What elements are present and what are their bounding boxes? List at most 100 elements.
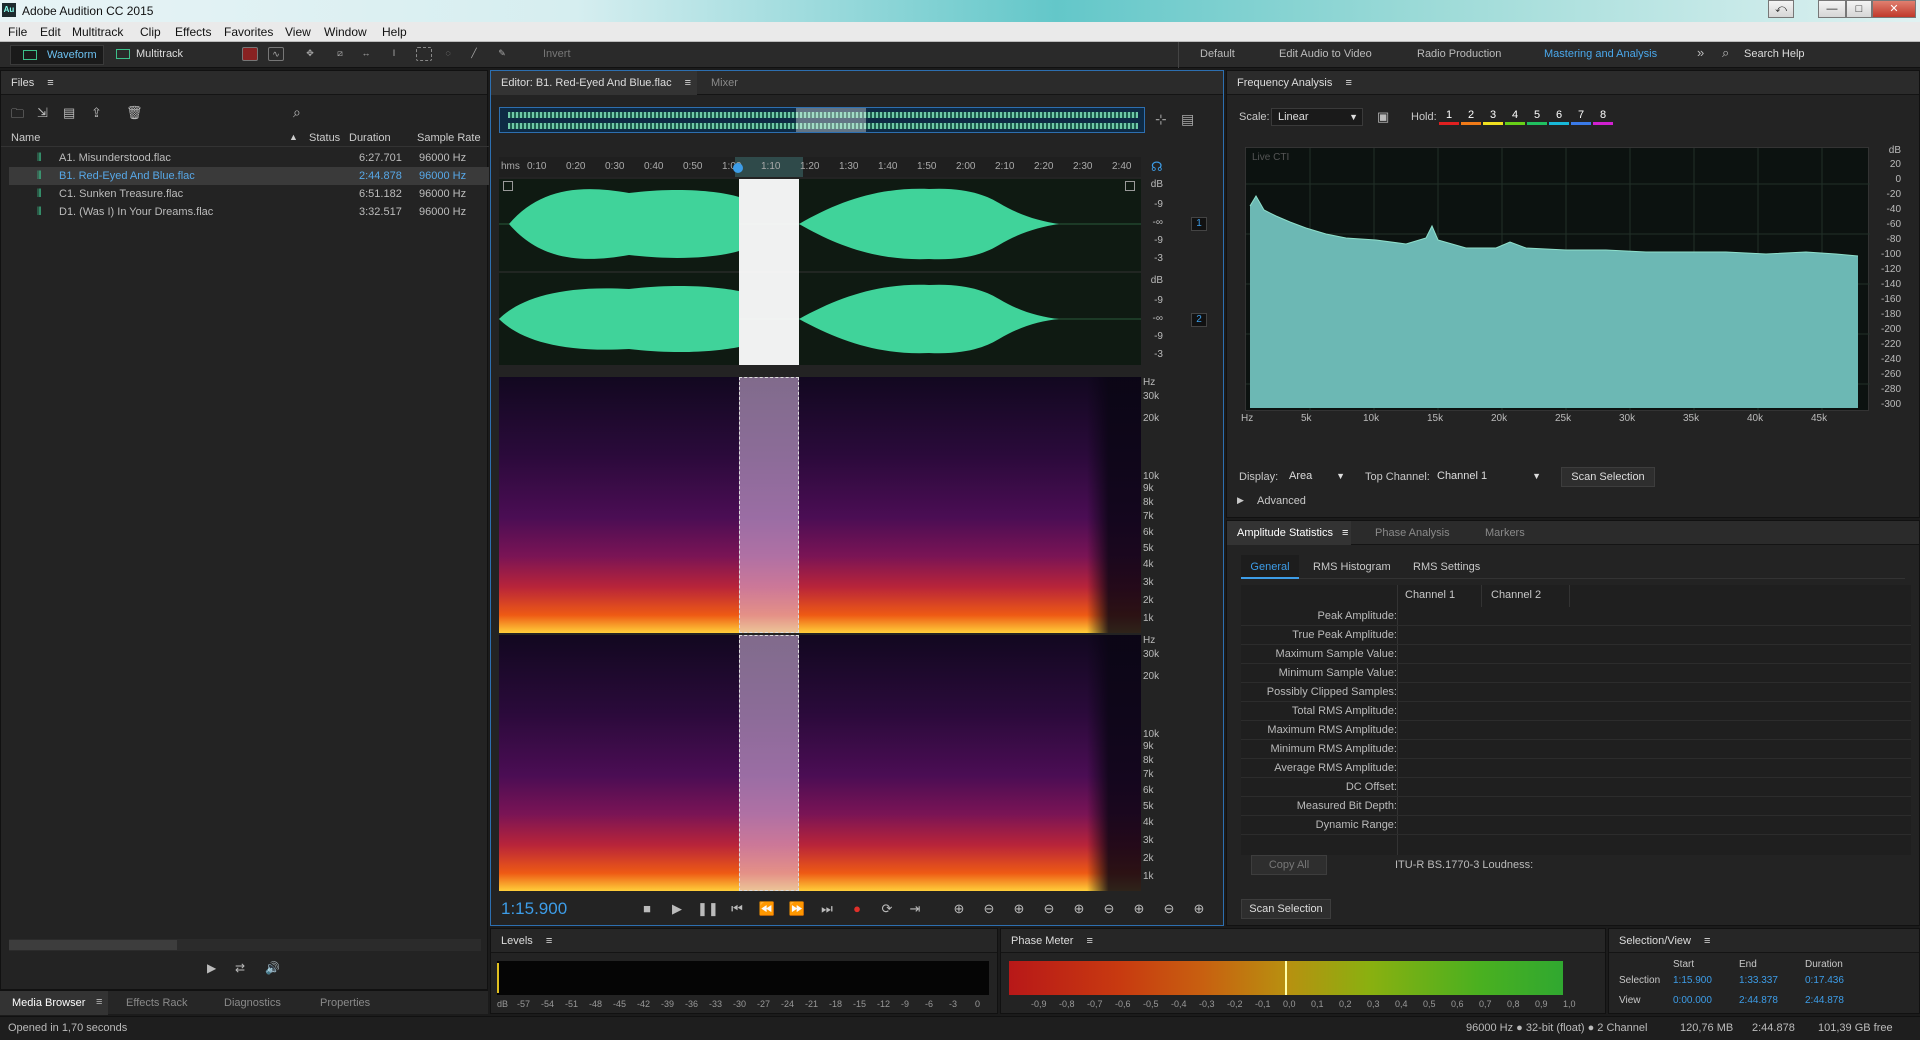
file-row[interactable]: ⫴ C1. Sunken Treasure.flac 6:51.182 9600… [9, 185, 489, 203]
spot-healing-tool-icon[interactable]: ✎ [494, 47, 510, 61]
panel-menu-icon[interactable]: ≡ [546, 935, 552, 947]
search-help-field[interactable]: Search Help [1744, 48, 1805, 60]
overview-selection[interactable] [796, 108, 866, 132]
minimize-button[interactable]: — [1818, 0, 1846, 18]
skip-icon[interactable]: ⇥ [905, 899, 925, 919]
panel-menu-icon[interactable]: ≡ [1342, 527, 1348, 539]
menu-view[interactable]: View [285, 25, 311, 39]
tab-diagnostics[interactable]: Diagnostics [224, 997, 281, 1009]
brush-tool-icon[interactable]: ╱ [466, 47, 482, 61]
previous-icon[interactable]: ⏮ [727, 899, 747, 919]
column-duration[interactable]: Duration [349, 132, 391, 144]
tab-properties[interactable]: Properties [320, 997, 370, 1009]
search-files-icon[interactable]: ⌕ [293, 104, 301, 121]
subtab-rms-settings[interactable]: RMS Settings [1413, 561, 1480, 573]
spectrogram-selection[interactable] [739, 635, 799, 891]
zoom-out-point-icon[interactable]: ⊖ [1159, 899, 1179, 919]
zoom-out-full-icon[interactable]: ⊖ [1099, 899, 1119, 919]
workspace-default[interactable]: Default [1200, 48, 1235, 60]
lasso-tool-icon[interactable]: ◌ [440, 47, 456, 61]
hold-button[interactable]: 6 [1549, 107, 1569, 125]
playhead-handle[interactable] [733, 163, 743, 173]
extra-window-button[interactable]: ⤺ [1768, 0, 1794, 18]
files-scrollbar[interactable] [9, 939, 481, 951]
workspace-edit-audio-to-video[interactable]: Edit Audio to Video [1279, 48, 1372, 60]
hold-button[interactable]: 2 [1461, 107, 1481, 125]
pause-icon[interactable]: ❚❚ [697, 899, 719, 919]
view-end-field[interactable]: 2:44.878 [1739, 995, 1778, 1006]
spectral-freq-icon[interactable] [242, 47, 258, 61]
marquee-tool-icon[interactable] [416, 47, 432, 61]
chevron-right-icon[interactable]: ▶ [1237, 495, 1244, 506]
freq-toggle-icon[interactable]: ▣ [1377, 109, 1389, 125]
panel-menu-icon[interactable]: ≡ [1345, 77, 1351, 89]
menu-multitrack[interactable]: Multitrack [72, 25, 123, 39]
channel-1-toggle[interactable]: 1 [1191, 217, 1207, 231]
spectral-pitch-icon[interactable]: ∿ [268, 47, 284, 61]
overview-navigator[interactable] [499, 107, 1145, 133]
invert-button[interactable]: Invert [543, 48, 571, 60]
view-start-field[interactable]: 0:00.000 [1673, 995, 1712, 1006]
preview-play-icon[interactable]: ▶ [207, 961, 216, 975]
zoom-out-time-icon[interactable]: ⊖ [1039, 899, 1059, 919]
zoom-selection-icon[interactable]: ⊕ [1189, 899, 1209, 919]
menu-help[interactable]: Help [382, 25, 407, 39]
loop-icon[interactable]: ⟳ [877, 899, 897, 919]
panel-menu-icon[interactable]: ≡ [47, 77, 53, 89]
menu-favorites[interactable]: Favorites [224, 25, 273, 39]
fade-in-handle-icon[interactable] [503, 181, 513, 191]
time-ruler[interactable]: hms 0:10 0:20 0:30 0:40 0:50 1:00 1:10 1… [499, 157, 1141, 177]
advanced-toggle[interactable]: Advanced [1257, 495, 1306, 507]
scan-selection-button[interactable]: Scan Selection [1561, 467, 1655, 487]
waveform-selection[interactable] [739, 179, 799, 365]
menu-effects[interactable]: Effects [175, 25, 211, 39]
multitrack-mode-button[interactable]: Multitrack [112, 45, 202, 65]
delete-icon[interactable]: 🗑 [126, 105, 143, 121]
close-button[interactable]: ✕ [1872, 0, 1916, 18]
menu-clip[interactable]: Clip [140, 25, 161, 39]
razor-tool-icon[interactable]: ⧄ [332, 47, 348, 61]
import-file-icon[interactable]: ⇲ [37, 105, 48, 121]
column-name[interactable]: Name [11, 132, 40, 144]
hold-button[interactable]: 3 [1483, 107, 1503, 125]
move-tool-icon[interactable]: ✥ [302, 47, 318, 61]
scale-dropdown[interactable]: Linear ▼ [1271, 108, 1363, 126]
panel-menu-icon[interactable]: ≡ [1086, 935, 1092, 947]
file-row[interactable]: ⫴ A1. Misunderstood.flac 6:27.701 96000 … [9, 149, 489, 167]
selection-duration-field[interactable]: 0:17.436 [1805, 975, 1844, 986]
panel-menu-icon[interactable]: ≡ [96, 996, 102, 1008]
tab-media-browser[interactable]: Media Browser [0, 991, 108, 1015]
view-duration-field[interactable]: 2:44.878 [1805, 995, 1844, 1006]
slip-tool-icon[interactable]: ↔ [358, 47, 374, 61]
headphones-icon[interactable]: ☊ [1151, 159, 1163, 175]
rewind-icon[interactable]: ⏪ [757, 899, 777, 919]
column-status[interactable]: Status [309, 132, 340, 144]
zoom-in-full-icon[interactable]: ⊕ [1069, 899, 1089, 919]
insert-icon[interactable]: ⇪ [91, 105, 102, 121]
tab-editor[interactable]: Editor: B1. Red-Eyed And Blue.flac ≡ [491, 71, 697, 95]
channel-view-icon[interactable]: ▤ [1181, 111, 1194, 128]
current-time-display[interactable]: 1:15.900 [501, 899, 567, 919]
tab-mixer[interactable]: Mixer [711, 71, 738, 95]
selection-end-field[interactable]: 1:33.337 [1739, 975, 1778, 986]
subtab-general[interactable]: General [1241, 555, 1299, 579]
next-icon[interactable]: ⏭ [817, 899, 837, 919]
tab-amplitude-statistics[interactable]: Amplitude Statistics ≡ [1227, 521, 1351, 545]
menu-edit[interactable]: Edit [40, 25, 61, 39]
hold-button[interactable]: 1 [1439, 107, 1459, 125]
zoom-in-amplitude-icon[interactable]: ⊕ [949, 899, 969, 919]
spectrogram-channel-2[interactable] [499, 635, 1141, 891]
sort-ascending-icon[interactable]: ▲ [289, 132, 298, 142]
hold-button[interactable]: 7 [1571, 107, 1591, 125]
frequency-graph[interactable]: Live CTI [1245, 147, 1870, 412]
waveform-display[interactable] [499, 179, 1141, 365]
open-folder-icon[interactable]: 🗀 [11, 105, 24, 127]
tab-markers[interactable]: Markers [1485, 521, 1525, 545]
scan-selection-button[interactable]: Scan Selection [1241, 899, 1331, 919]
zoom-out-amplitude-icon[interactable]: ⊖ [979, 899, 999, 919]
display-dropdown[interactable]: Area ▼ [1283, 468, 1349, 486]
record-icon[interactable]: ● [847, 899, 867, 919]
fast-forward-icon[interactable]: ⏩ [787, 899, 807, 919]
selection-start-field[interactable]: 1:15.900 [1673, 975, 1712, 986]
more-workspaces-icon[interactable]: » [1697, 45, 1704, 60]
